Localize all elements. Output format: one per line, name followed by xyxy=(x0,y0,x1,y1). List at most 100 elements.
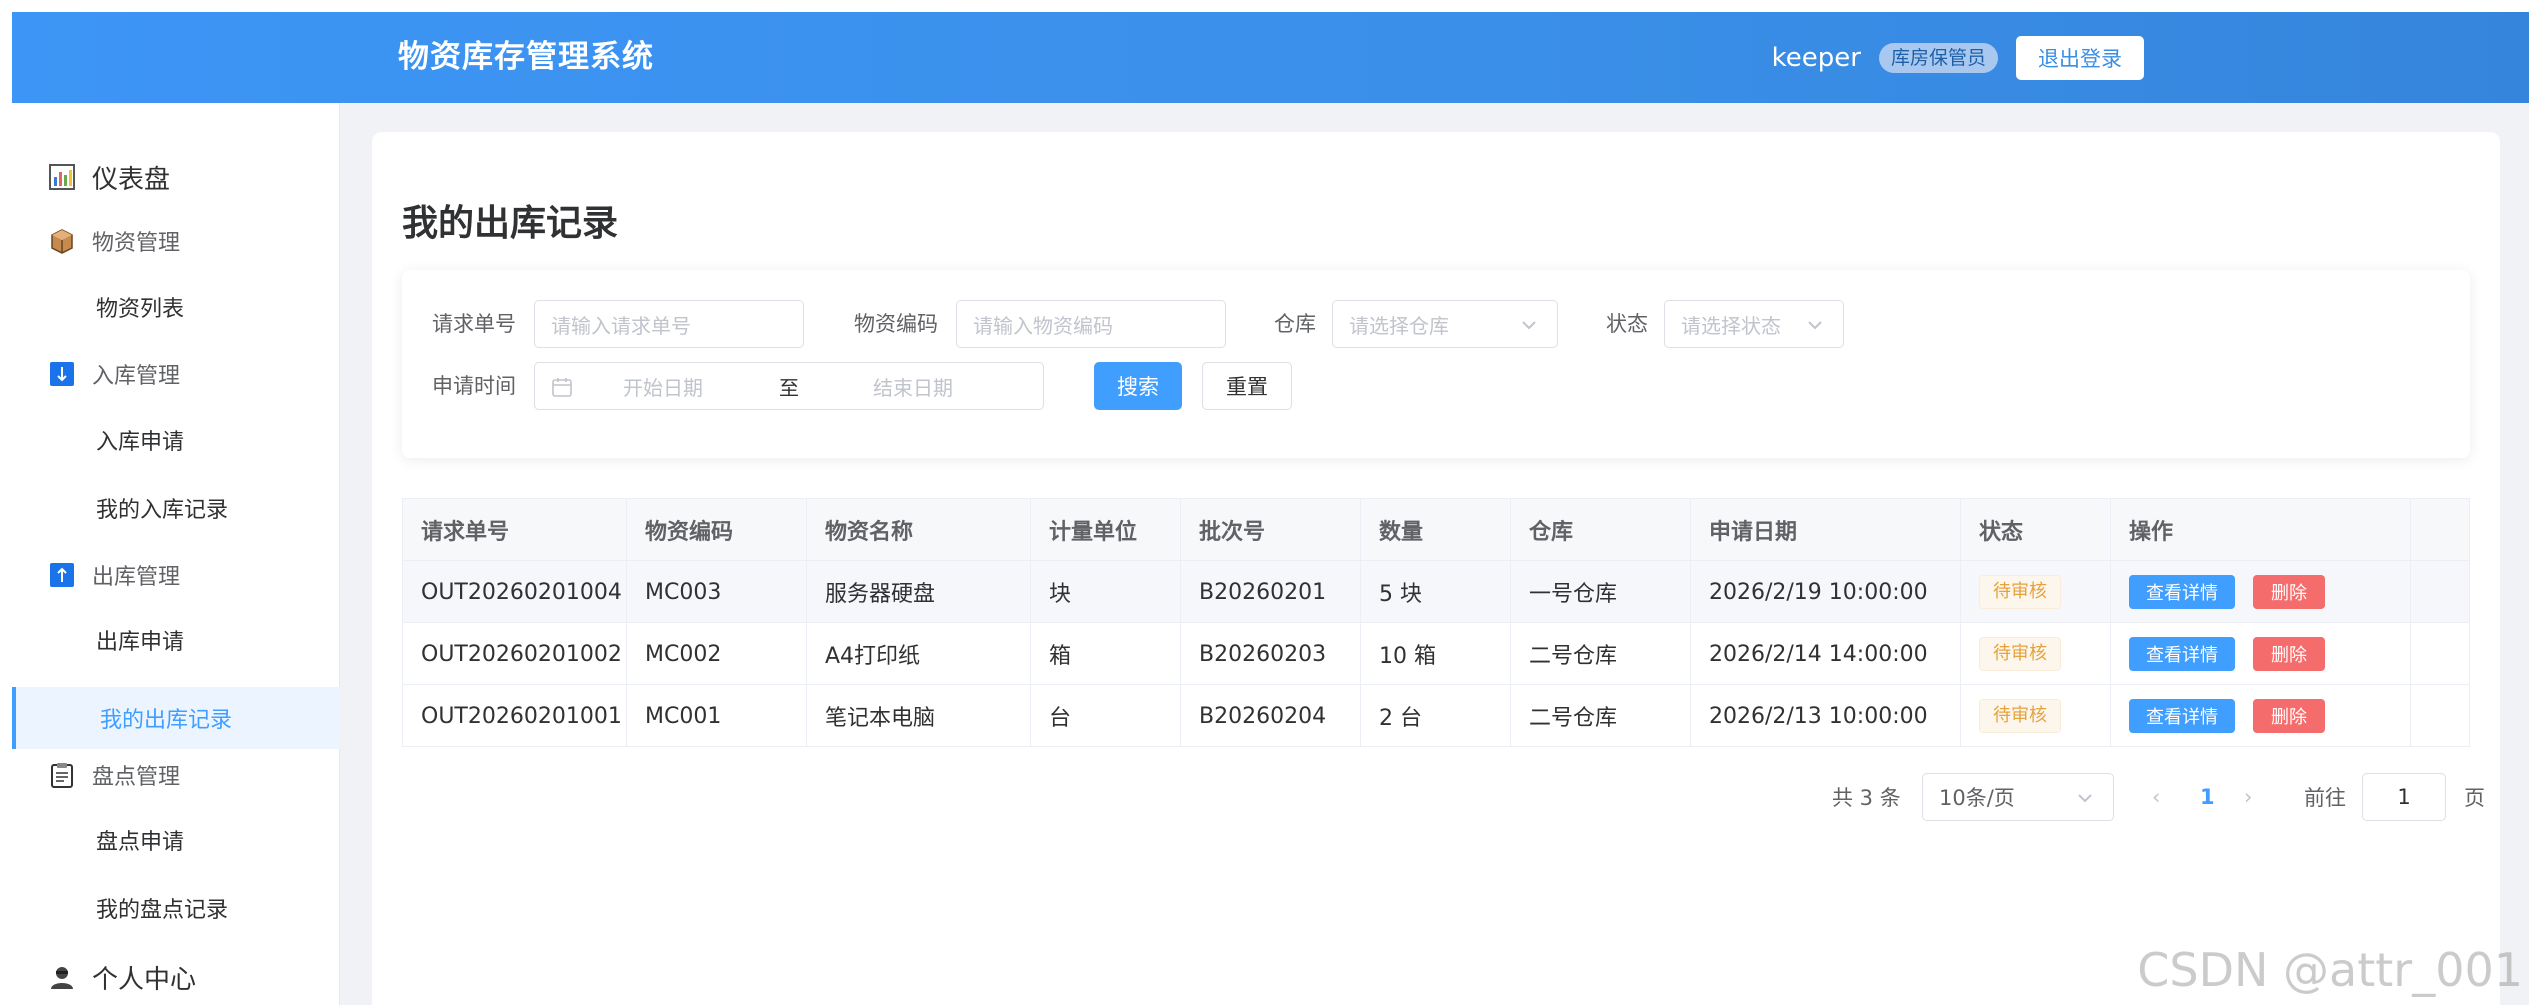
status-badge: 待审核 xyxy=(1979,637,2061,671)
chevron-down-icon xyxy=(2078,794,2092,803)
sidebar-item-label: 盘点申请 xyxy=(96,830,185,855)
end-date-placeholder: 结束日期 xyxy=(873,375,953,400)
request-no-placeholder: 请输入请求单号 xyxy=(551,313,691,338)
status-placeholder: 请选择状态 xyxy=(1681,313,1781,338)
chevron-down-icon xyxy=(1522,321,1536,330)
cell-material-name: 服务器硬盘 xyxy=(807,561,1031,623)
cell-material-code: MC002 xyxy=(627,623,807,685)
col-batch-no: 批次号 xyxy=(1181,499,1361,561)
warehouse-label: 仓库 xyxy=(1274,312,1316,336)
cell-batch-no: B20260203 xyxy=(1181,623,1361,685)
material-code-input[interactable]: 请输入物资编码 xyxy=(956,300,1226,348)
request-no-input[interactable]: 请输入请求单号 xyxy=(534,300,804,348)
sidebar-item-label: 入库申请 xyxy=(96,430,185,455)
col-material-code: 物资编码 xyxy=(627,499,807,561)
sidebar-item-profile[interactable]: 个人中心 xyxy=(12,949,340,1005)
sidebar-item-outbound-apply[interactable]: 出库申请 xyxy=(12,611,340,669)
start-date-placeholder: 开始日期 xyxy=(623,375,703,400)
sidebar-group-inbound[interactable]: 入库管理 xyxy=(12,346,340,402)
col-quantity: 数量 xyxy=(1361,499,1511,561)
main-card: 我的出库记录 请求单号 请输入请求单号 物资编码 请输入物资编码 仓库 请选择仓… xyxy=(372,132,2500,1005)
page-unit-label: 页 xyxy=(2464,786,2485,810)
table-header: 请求单号 物资编码 物资名称 计量单位 批次号 数量 仓库 申请日期 状态 操作 xyxy=(403,499,2469,561)
page-title: 我的出库记录 xyxy=(402,203,619,244)
status-badge: 待审核 xyxy=(1979,699,2061,733)
delete-button[interactable]: 删除 xyxy=(2253,575,2325,609)
reset-button[interactable]: 重置 xyxy=(1202,362,1292,410)
table-header-row: 请求单号 物资编码 物资名称 计量单位 批次号 数量 仓库 申请日期 状态 操作 xyxy=(403,499,2469,561)
sidebar-item-my-outbound[interactable]: 我的出库记录 xyxy=(12,687,340,749)
page-size-select[interactable]: 10条/页 xyxy=(1922,773,2114,821)
col-warehouse: 仓库 xyxy=(1511,499,1691,561)
date-range-picker[interactable]: 开始日期 至 结束日期 xyxy=(534,362,1044,410)
top-header: 物资库存管理系统 keeper 库房保管员 退出登录 xyxy=(12,12,2529,103)
cell-quantity: 5 块 xyxy=(1361,561,1511,623)
sidebar-item-my-check[interactable]: 我的盘点记录 xyxy=(12,879,340,937)
cell-request-no: OUT20260201004 xyxy=(403,561,627,623)
sidebar-item-my-inbound[interactable]: 我的入库记录 xyxy=(12,479,340,537)
cell-batch-no: B20260204 xyxy=(1181,685,1361,747)
cell-material-name: 笔记本电脑 xyxy=(807,685,1031,747)
view-details-button[interactable]: 查看详情 xyxy=(2129,575,2235,609)
goto-page-value: 1 xyxy=(2397,785,2411,809)
warehouse-select[interactable]: 请选择仓库 xyxy=(1332,300,1558,348)
sidebar-item-inbound-apply[interactable]: 入库申请 xyxy=(12,411,340,469)
sidebar-item-label: 我的出库记录 xyxy=(100,708,233,733)
view-details-button[interactable]: 查看详情 xyxy=(2129,637,2235,671)
col-request-no: 请求单号 xyxy=(403,499,627,561)
cell-unit: 箱 xyxy=(1031,623,1181,685)
arrow-up-icon xyxy=(48,561,76,589)
page-size-value: 10条/页 xyxy=(1939,786,2015,810)
logout-button[interactable]: 退出登录 xyxy=(2016,36,2144,80)
sidebar-item-label: 物资列表 xyxy=(96,297,185,322)
cell-status: 待审核 xyxy=(1961,623,2111,685)
cell-status: 待审核 xyxy=(1961,685,2111,747)
sidebar-item-label: 我的入库记录 xyxy=(96,498,229,523)
table-row[interactable]: OUT20260201002 MC002 A4打印纸 箱 B20260203 1… xyxy=(403,623,2469,685)
cell-apply-date: 2026/2/14 14:00:00 xyxy=(1691,623,1961,685)
request-no-label: 请求单号 xyxy=(432,312,516,336)
sidebar: 仪表盘 物资管理 物资列表 入库管理 入库申请 我的入库记录 出库管理 出库申请… xyxy=(12,103,340,1005)
sidebar-item-dashboard[interactable]: 仪表盘 xyxy=(12,149,340,205)
chevron-down-icon xyxy=(1808,321,1822,330)
chart-icon xyxy=(48,163,76,191)
col-unit: 计量单位 xyxy=(1031,499,1181,561)
cell-warehouse: 二号仓库 xyxy=(1511,685,1691,747)
sidebar-group-outbound[interactable]: 出库管理 xyxy=(12,547,340,603)
table-row[interactable]: OUT20260201004 MC003 服务器硬盘 块 B20260201 5… xyxy=(403,561,2469,623)
cell-actions: 查看详情 删除 xyxy=(2111,685,2411,747)
goto-page-input[interactable]: 1 xyxy=(2362,773,2446,821)
table-row[interactable]: OUT20260201001 MC001 笔记本电脑 台 B20260204 2… xyxy=(403,685,2469,747)
outbound-records-table: 请求单号 物资编码 物资名称 计量单位 批次号 数量 仓库 申请日期 状态 操作… xyxy=(402,498,2470,747)
status-select[interactable]: 请选择状态 xyxy=(1664,300,1844,348)
calendar-icon xyxy=(552,378,572,397)
sidebar-item-label: 物资管理 xyxy=(92,231,181,256)
view-details-button[interactable]: 查看详情 xyxy=(2129,699,2235,733)
cell-actions: 查看详情 删除 xyxy=(2111,623,2411,685)
cell-apply-date: 2026/2/19 10:00:00 xyxy=(1691,561,1961,623)
sidebar-item-label: 入库管理 xyxy=(92,364,181,389)
sidebar-item-material-list[interactable]: 物资列表 xyxy=(12,278,340,336)
sidebar-group-material[interactable]: 物资管理 xyxy=(12,213,340,269)
next-page-button[interactable]: › xyxy=(2244,785,2252,809)
watermark: CSDN @attr_001 xyxy=(2137,943,2523,997)
sidebar-item-label: 个人中心 xyxy=(92,964,197,995)
arrow-down-icon xyxy=(48,360,76,388)
col-actions: 操作 xyxy=(2111,499,2411,561)
status-badge: 待审核 xyxy=(1979,575,2061,609)
prev-page-button[interactable]: ‹ xyxy=(2152,785,2160,809)
search-button[interactable]: 搜索 xyxy=(1094,362,1182,410)
material-code-label: 物资编码 xyxy=(854,312,938,336)
sidebar-item-label: 仪表盘 xyxy=(92,164,171,195)
sidebar-item-check-apply[interactable]: 盘点申请 xyxy=(12,811,340,869)
cell-apply-date: 2026/2/13 10:00:00 xyxy=(1691,685,1961,747)
app-title: 物资库存管理系统 xyxy=(398,39,654,75)
cell-actions: 查看详情 删除 xyxy=(2111,561,2411,623)
sidebar-group-inventory-check[interactable]: 盘点管理 xyxy=(12,747,340,803)
cell-quantity: 10 箱 xyxy=(1361,623,1511,685)
delete-button[interactable]: 删除 xyxy=(2253,699,2325,733)
delete-button[interactable]: 删除 xyxy=(2253,637,2325,671)
warehouse-placeholder: 请选择仓库 xyxy=(1349,313,1449,338)
page-number-current[interactable]: 1 xyxy=(2200,785,2215,809)
cell-material-code: MC001 xyxy=(627,685,807,747)
